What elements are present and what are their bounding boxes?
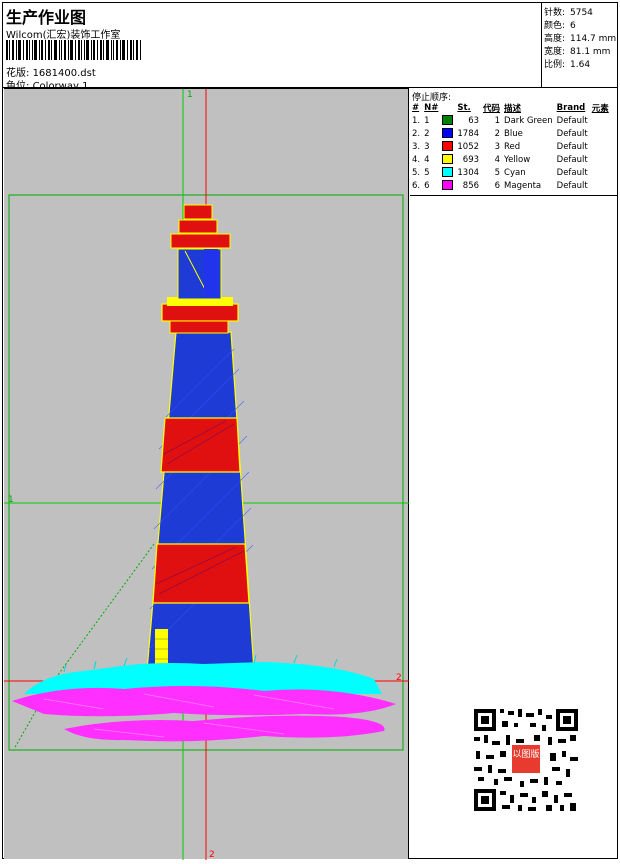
stamp-text: 以图版: [512, 748, 539, 760]
design-preview-canvas: 1 1 2 2: [4, 88, 409, 860]
color-swatch: [442, 141, 454, 152]
color-swatch: [442, 128, 454, 139]
stat-colors: 颜色: 6: [544, 21, 576, 31]
stat-stitches: 针数: 5754: [544, 8, 593, 18]
header-info: 生产作业图 Wilcom(汇宏)装饰工作室 花版: 1681400.dst 色位…: [2, 2, 542, 92]
stat-scale: 比例: 1.64: [544, 60, 591, 70]
stat-width: 宽度: 81.1 mm: [544, 47, 611, 57]
col-header-brand: Brand: [556, 102, 586, 113]
red-band-upper: [160, 417, 241, 473]
col-header-code: 代码: [483, 103, 501, 114]
col-header-element: 元素: [591, 103, 609, 114]
red-band-lower: [152, 543, 250, 604]
table-row: 4. 4 693 4 Yellow Default: [412, 154, 588, 165]
lighthouse-design: 1 1 2 2: [4, 89, 409, 860]
col-header-stitches: St.: [457, 102, 471, 113]
stop-sequence-table: # N# St. 代码 描述 Brand 元素 1. 1 63 1 Dark Gre…: [410, 101, 611, 192]
table-row: 5. 5 1304 5 Cyan Default: [412, 167, 588, 178]
col-header-number: N#: [424, 102, 439, 113]
color-swatch: [442, 180, 454, 191]
table-row: 3. 3 1052 3 Red Default: [412, 141, 588, 152]
green-axis-label-left: 1: [8, 495, 14, 505]
color-swatch: [442, 115, 454, 126]
page-title: 生产作业图: [6, 8, 87, 27]
design-stats: 针数: 5754 颜色: 6 高度: 114.7 mm 宽度: 81.1 mm 比例: 1…: [542, 2, 618, 88]
roof-top: [183, 204, 213, 220]
red-axis-label-right: 2: [396, 673, 402, 683]
color-swatch: [442, 154, 454, 165]
stop-sequence-panel: 停止顺序: # N# St. 代码 描述 Brand 元素 1. 1 63 1 Da…: [410, 88, 618, 196]
wave-lower: [64, 715, 385, 742]
stat-height: 高度: 114.7 mm: [544, 34, 617, 44]
qr-code-icon: 以图版: [470, 705, 582, 815]
col-header-index: #: [412, 102, 420, 113]
jump-stitch-line: [51, 543, 155, 684]
barcode: [6, 40, 141, 60]
company-name: Wilcom(汇宏)装饰工作室: [6, 30, 121, 41]
green-axis-label-top: 1: [187, 90, 193, 100]
roof-middle: [178, 219, 218, 234]
gallery-base: [169, 320, 229, 334]
red-axis-label-bottom: 2: [209, 850, 215, 860]
roof-lower: [170, 233, 231, 249]
table-header-row: # N# St. 代码 描述 Brand 元素: [410, 101, 611, 114]
table-row: 6. 6 856 6 Magenta Default: [412, 180, 588, 191]
col-header-description: 描述: [504, 103, 522, 114]
gallery-deck: [161, 303, 239, 322]
table-row: 2. 2 1784 2 Blue Default: [412, 128, 588, 139]
color-swatch: [442, 167, 454, 178]
table-row: 1. 1 63 1 Dark Green Default: [412, 115, 588, 126]
